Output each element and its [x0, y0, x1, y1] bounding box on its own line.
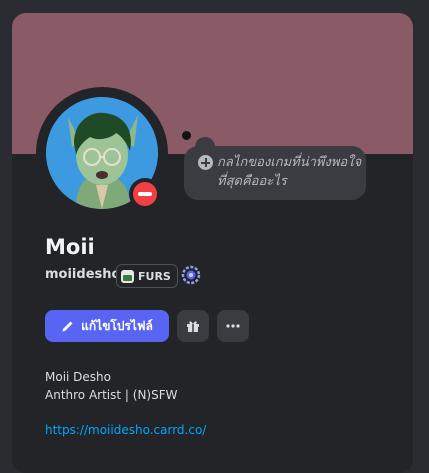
bio-link[interactable]: https://moiidesho.carrd.co/ — [45, 423, 206, 437]
gift-button[interactable] — [177, 310, 209, 342]
add-circle-icon — [198, 155, 213, 170]
edit-profile-button[interactable]: แก้ไขโปรไฟล์ — [45, 310, 169, 342]
guild-tag-label: FURS — [138, 269, 171, 283]
thought-dot-small — [182, 131, 191, 140]
bio-line: Moii Desho — [45, 370, 111, 384]
username: moiidesho — [45, 267, 121, 282]
more-options-button[interactable] — [217, 310, 249, 342]
guild-tag-icon — [121, 269, 134, 283]
pencil-icon — [62, 321, 73, 332]
more-dots-icon — [226, 324, 240, 328]
edit-profile-label: แก้ไขโปรไฟล์ — [81, 318, 153, 333]
custom-status-text: กลไกของเกมที่น่าพึงพอใจที่สุดคืออะไร — [217, 155, 362, 189]
profile-card: กลไกของเกมที่น่าพึงพอใจที่สุดคืออะไร Moi… — [12, 13, 413, 473]
gift-icon — [187, 321, 199, 332]
guild-tag[interactable]: FURS — [116, 264, 178, 288]
bio: Moii Desho Anthro Artist | (N)SFW — [45, 368, 178, 404]
bio-line: Anthro Artist | (N)SFW — [45, 388, 178, 402]
nitro-badge-icon[interactable] — [180, 264, 202, 286]
display-name: Moii — [45, 235, 95, 259]
dnd-bar — [138, 192, 152, 196]
dnd-status-icon — [133, 182, 157, 206]
